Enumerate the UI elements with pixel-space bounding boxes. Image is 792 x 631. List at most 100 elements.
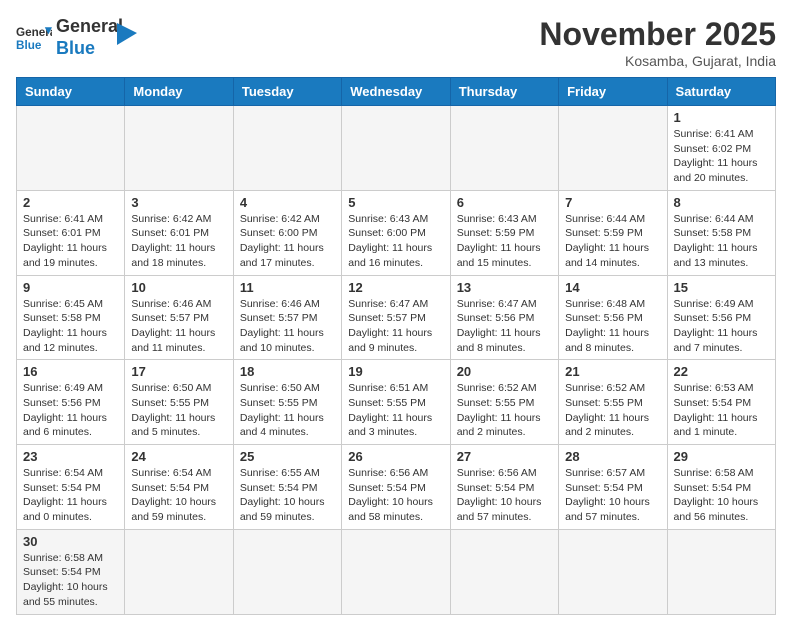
svg-text:Blue: Blue [16,38,42,51]
calendar-week-row: 2 Sunrise: 6:41 AM Sunset: 6:01 PM Daylig… [17,190,776,275]
day-number: 8 [674,195,769,210]
calendar-day-cell: 9 Sunrise: 6:45 AM Sunset: 5:58 PM Daylig… [17,275,125,360]
calendar-day-cell: 24Sunrise: 6:54 AM Sunset: 5:54 PM Dayli… [125,445,233,530]
day-info: Sunrise: 6:45 AM Sunset: 5:58 PM Dayligh… [23,297,118,356]
day-info: Sunrise: 6:48 AM Sunset: 5:56 PM Dayligh… [565,297,660,356]
calendar-day-cell: 11Sunrise: 6:46 AM Sunset: 5:57 PM Dayli… [233,275,341,360]
day-info: Sunrise: 6:52 AM Sunset: 5:55 PM Dayligh… [565,381,660,440]
logo: General Blue General Blue [16,16,137,59]
day-info: Sunrise: 6:47 AM Sunset: 5:56 PM Dayligh… [457,297,552,356]
calendar-day-cell: 8Sunrise: 6:44 AM Sunset: 5:58 PM Daylig… [667,190,775,275]
day-info: Sunrise: 6:41 AM Sunset: 6:02 PM Dayligh… [674,127,769,186]
calendar-day-cell: 21 Sunrise: 6:52 AM Sunset: 5:55 PM Dayli… [559,360,667,445]
day-number: 2 [23,195,118,210]
calendar-day-cell: 22 Sunrise: 6:53 AM Sunset: 5:54 PM Dayli… [667,360,775,445]
weekday-header-friday: Friday [559,78,667,106]
day-number: 16 [23,364,118,379]
calendar-day-cell [125,106,233,191]
day-info: Sunrise: 6:49 AM Sunset: 5:56 PM Dayligh… [674,297,769,356]
logo-blue: Blue [56,38,123,60]
calendar-day-cell [342,529,450,614]
day-number: 26 [348,449,443,464]
calendar-table: SundayMondayTuesdayWednesdayThursdayFrid… [16,77,776,615]
day-number: 20 [457,364,552,379]
calendar-day-cell: 23Sunrise: 6:54 AM Sunset: 5:54 PM Dayli… [17,445,125,530]
calendar-day-cell [450,106,558,191]
day-info: Sunrise: 6:47 AM Sunset: 5:57 PM Dayligh… [348,297,443,356]
day-info: Sunrise: 6:50 AM Sunset: 5:55 PM Dayligh… [131,381,226,440]
day-info: Sunrise: 6:58 AM Sunset: 5:54 PM Dayligh… [674,466,769,525]
calendar-day-cell: 14Sunrise: 6:48 AM Sunset: 5:56 PM Dayli… [559,275,667,360]
calendar-day-cell [233,529,341,614]
calendar-body: 1 Sunrise: 6:41 AM Sunset: 6:02 PM Daylig… [17,106,776,615]
day-number: 1 [674,110,769,125]
calendar-day-cell: 16 Sunrise: 6:49 AM Sunset: 5:56 PM Dayli… [17,360,125,445]
day-number: 22 [674,364,769,379]
day-info: Sunrise: 6:43 AM Sunset: 6:00 PM Dayligh… [348,212,443,271]
day-info: Sunrise: 6:58 AM Sunset: 5:54 PM Dayligh… [23,551,118,610]
calendar-week-row: 1 Sunrise: 6:41 AM Sunset: 6:02 PM Daylig… [17,106,776,191]
weekday-header-sunday: Sunday [17,78,125,106]
calendar-day-cell: 30Sunrise: 6:58 AM Sunset: 5:54 PM Dayli… [17,529,125,614]
day-number: 21 [565,364,660,379]
calendar-day-cell: 5 Sunrise: 6:43 AM Sunset: 6:00 PM Daylig… [342,190,450,275]
day-number: 5 [348,195,443,210]
weekday-header-thursday: Thursday [450,78,558,106]
calendar-day-cell: 17 Sunrise: 6:50 AM Sunset: 5:55 PM Dayli… [125,360,233,445]
calendar-day-cell: 28Sunrise: 6:57 AM Sunset: 5:54 PM Dayli… [559,445,667,530]
day-info: Sunrise: 6:46 AM Sunset: 5:57 PM Dayligh… [240,297,335,356]
day-info: Sunrise: 6:57 AM Sunset: 5:54 PM Dayligh… [565,466,660,525]
day-info: Sunrise: 6:50 AM Sunset: 5:55 PM Dayligh… [240,381,335,440]
day-info: Sunrise: 6:41 AM Sunset: 6:01 PM Dayligh… [23,212,118,271]
day-number: 10 [131,280,226,295]
calendar-day-cell: 12 Sunrise: 6:47 AM Sunset: 5:57 PM Dayli… [342,275,450,360]
calendar-day-cell: 6Sunrise: 6:43 AM Sunset: 5:59 PM Daylig… [450,190,558,275]
calendar-day-cell: 19Sunrise: 6:51 AM Sunset: 5:55 PM Dayli… [342,360,450,445]
day-number: 3 [131,195,226,210]
day-number: 13 [457,280,552,295]
calendar-day-cell: 18 Sunrise: 6:50 AM Sunset: 5:55 PM Dayli… [233,360,341,445]
calendar-day-cell: 27Sunrise: 6:56 AM Sunset: 5:54 PM Dayli… [450,445,558,530]
calendar-day-cell [17,106,125,191]
day-info: Sunrise: 6:53 AM Sunset: 5:54 PM Dayligh… [674,381,769,440]
page-header: General Blue General Blue November 2025 … [16,16,776,69]
calendar-week-row: 23Sunrise: 6:54 AM Sunset: 5:54 PM Dayli… [17,445,776,530]
calendar-week-row: 30Sunrise: 6:58 AM Sunset: 5:54 PM Dayli… [17,529,776,614]
day-number: 19 [348,364,443,379]
day-number: 15 [674,280,769,295]
weekday-header-monday: Monday [125,78,233,106]
day-number: 9 [23,280,118,295]
day-info: Sunrise: 6:54 AM Sunset: 5:54 PM Dayligh… [131,466,226,525]
calendar-day-cell: 2 Sunrise: 6:41 AM Sunset: 6:01 PM Daylig… [17,190,125,275]
weekday-header-saturday: Saturday [667,78,775,106]
day-info: Sunrise: 6:56 AM Sunset: 5:54 PM Dayligh… [348,466,443,525]
weekday-header-tuesday: Tuesday [233,78,341,106]
calendar-week-row: 9 Sunrise: 6:45 AM Sunset: 5:58 PM Daylig… [17,275,776,360]
calendar-day-cell [450,529,558,614]
day-info: Sunrise: 6:55 AM Sunset: 5:54 PM Dayligh… [240,466,335,525]
day-number: 18 [240,364,335,379]
calendar-day-cell [559,529,667,614]
day-number: 27 [457,449,552,464]
calendar-day-cell: 15 Sunrise: 6:49 AM Sunset: 5:56 PM Dayli… [667,275,775,360]
day-info: Sunrise: 6:46 AM Sunset: 5:57 PM Dayligh… [131,297,226,356]
logo-triangle-icon [117,23,137,45]
weekday-header-wednesday: Wednesday [342,78,450,106]
day-number: 12 [348,280,443,295]
day-info: Sunrise: 6:54 AM Sunset: 5:54 PM Dayligh… [23,466,118,525]
calendar-day-cell: 29Sunrise: 6:58 AM Sunset: 5:54 PM Dayli… [667,445,775,530]
day-info: Sunrise: 6:44 AM Sunset: 5:59 PM Dayligh… [565,212,660,271]
calendar-day-cell: 13 Sunrise: 6:47 AM Sunset: 5:56 PM Dayli… [450,275,558,360]
calendar-day-cell [233,106,341,191]
day-info: Sunrise: 6:49 AM Sunset: 5:56 PM Dayligh… [23,381,118,440]
calendar-day-cell [667,529,775,614]
day-number: 4 [240,195,335,210]
day-number: 17 [131,364,226,379]
location-text: Kosamba, Gujarat, India [539,53,776,69]
month-title: November 2025 [539,16,776,53]
day-number: 7 [565,195,660,210]
calendar-day-cell: 7 Sunrise: 6:44 AM Sunset: 5:59 PM Daylig… [559,190,667,275]
calendar-day-cell [342,106,450,191]
day-info: Sunrise: 6:42 AM Sunset: 6:00 PM Dayligh… [240,212,335,271]
calendar-day-cell [559,106,667,191]
